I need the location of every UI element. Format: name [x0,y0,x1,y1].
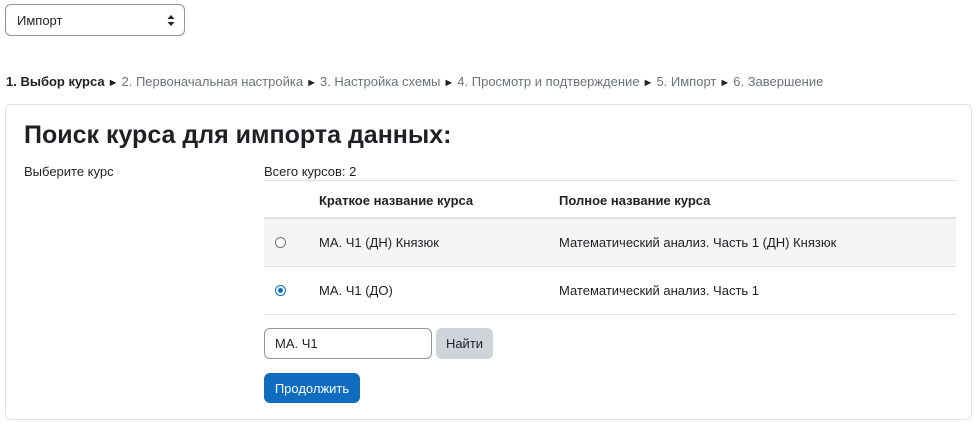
course-full-name: Математический анализ. Часть 1 [559,283,760,298]
select-arrows-icon [167,15,175,26]
step-2: 2. Первоначальная настройка [121,74,304,89]
page: Импорт 1. Выбор курса ► 2. Первоначальная … [0,0,980,428]
column-header-full-name: Полное название курса [559,193,711,208]
course-radio-1[interactable] [275,237,286,248]
course-full-name: Математический анализ. Часть 1 (ДН) Княз… [559,235,837,250]
step-separator-icon: ► [443,77,455,89]
import-select[interactable]: Импорт [5,4,185,36]
course-short-name: МА. Ч1 (ДН) Князюк [319,235,439,250]
step-separator-icon: ► [642,77,654,89]
table-header: Краткое название курса Полное название к… [264,180,956,219]
table-row[interactable]: МА. Ч1 (ДН) Князюк Математический анализ… [264,219,956,267]
course-radio-2[interactable] [275,285,286,296]
course-table: Краткое название курса Полное название к… [264,180,956,315]
import-select-value: Импорт [17,12,63,28]
total-courses-count: Всего курсов: 2 [264,164,357,179]
step-separator-icon: ► [719,77,731,89]
select-course-label: Выберите курс [24,164,114,179]
column-header-short-name: Краткое название курса [319,193,474,208]
import-progress-steps: 1. Выбор курса ► 2. Первоначальная настрой… [6,74,823,89]
search-button[interactable]: Найти [436,328,493,359]
step-3: 3. Настройка схемы [319,74,441,89]
step-separator-icon: ► [107,77,119,89]
step-6: 6. Завершение [733,74,824,89]
course-short-name: МА. Ч1 (ДО) [319,283,393,298]
step-4: 4. Просмотр и подтверждение [457,74,640,89]
page-title: Поиск курса для импорта данных: [24,121,452,149]
course-search-card: Поиск курса для импорта данных: Выберите… [5,104,972,420]
step-5: 5. Импорт [656,74,717,89]
continue-button[interactable]: Продолжить [264,373,360,403]
step-1: 1. Выбор курса [6,74,105,89]
course-search-input[interactable] [264,328,432,359]
table-row[interactable]: МА. Ч1 (ДО) Математический анализ. Часть… [264,267,956,315]
step-separator-icon: ► [306,77,317,89]
